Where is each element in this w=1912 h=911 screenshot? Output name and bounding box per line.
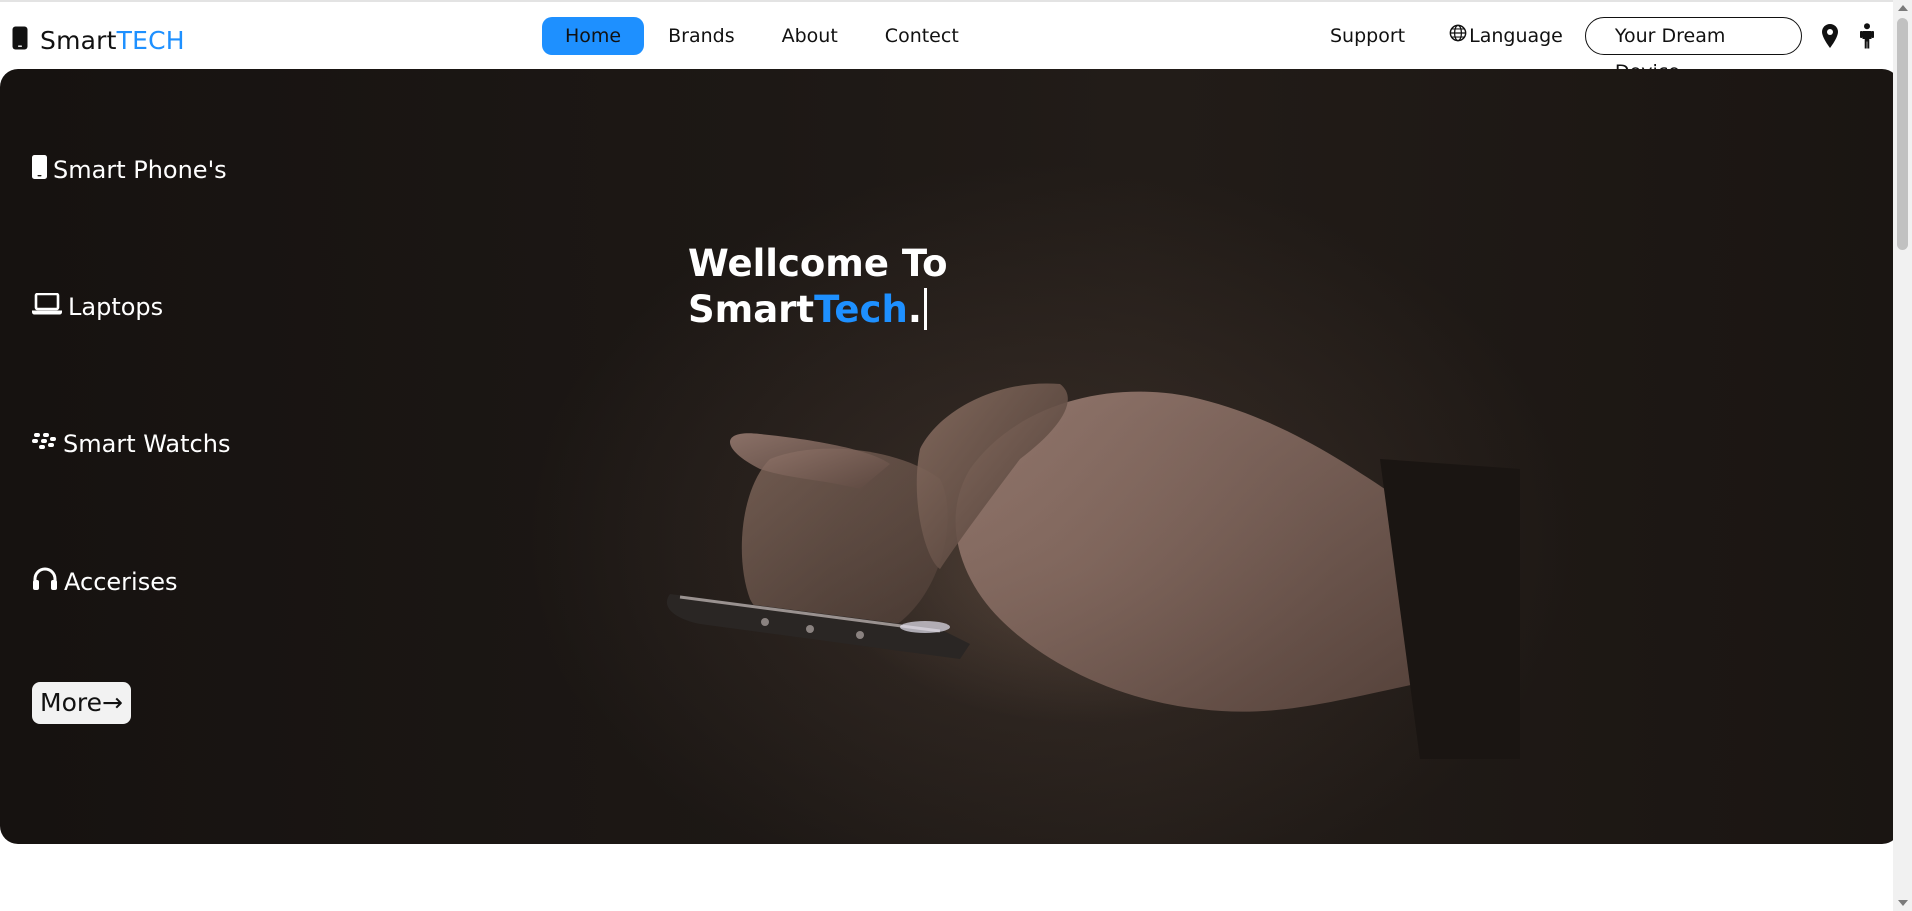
header-actions: Support Language Your Dream Device (1330, 17, 1893, 83)
welcome-line2: SmartTech. (688, 287, 948, 333)
language-label: Language (1469, 25, 1563, 47)
brand-logo[interactable]: SmartTECH (12, 24, 185, 56)
hero-hands-phone-image (666, 383, 1520, 759)
brand-name-prefix: Smart (40, 25, 117, 55)
location-pin-icon[interactable] (1820, 17, 1841, 55)
scroll-down-arrow-icon[interactable] (1898, 900, 1908, 906)
welcome-period: . (907, 288, 922, 331)
nav-brands[interactable]: Brands (645, 17, 758, 55)
headphones-icon (32, 567, 58, 597)
scrollbar-thumb[interactable] (1897, 18, 1908, 250)
nav-contect[interactable]: Contect (862, 17, 982, 55)
brand-name-suffix: TECH (116, 25, 185, 55)
nav-home[interactable]: Home (542, 17, 645, 55)
accessibility-icon[interactable] (1856, 17, 1877, 55)
smartphone-icon (12, 26, 28, 54)
globe-icon (1449, 17, 1467, 55)
category-label: Laptops (68, 293, 164, 321)
brand-name: SmartTECH (40, 26, 185, 55)
nav-about[interactable]: About (759, 17, 861, 55)
welcome-smart: Smart (688, 288, 815, 331)
category-label: Smart Phone's (53, 156, 227, 184)
category-label: Accerises (64, 568, 178, 596)
more-button[interactable]: More→ (32, 682, 131, 724)
hero-welcome-heading: Wellcome To SmartTech. (688, 241, 948, 333)
language-selector[interactable]: Language (1449, 17, 1563, 55)
category-smart-watchs[interactable]: Smart Watchs (32, 430, 230, 458)
hero-banner: Smart Phone's Laptops Smart Watchs Accer… (0, 69, 1900, 844)
laptop-icon (32, 292, 62, 321)
typing-caret (923, 288, 927, 330)
welcome-tech: Tech (814, 288, 908, 331)
category-smart-phones[interactable]: Smart Phone's (32, 155, 227, 185)
main-nav: Home Brands About Contect (542, 17, 983, 55)
blackberry-icon (32, 430, 57, 458)
navbar: SmartTECH Home Brands About Contect Supp… (0, 2, 1893, 83)
dream-device-button[interactable]: Your Dream Device (1584, 17, 1802, 83)
category-label: Smart Watchs (63, 430, 231, 458)
category-accerises[interactable]: Accerises (32, 567, 177, 597)
support-link[interactable]: Support (1330, 17, 1405, 55)
page-scrollbar[interactable] (1893, 0, 1912, 911)
scroll-up-arrow-icon[interactable] (1898, 5, 1908, 11)
smartphone-icon (32, 155, 47, 185)
category-laptops[interactable]: Laptops (32, 292, 164, 321)
welcome-line1: Wellcome To (688, 242, 948, 285)
